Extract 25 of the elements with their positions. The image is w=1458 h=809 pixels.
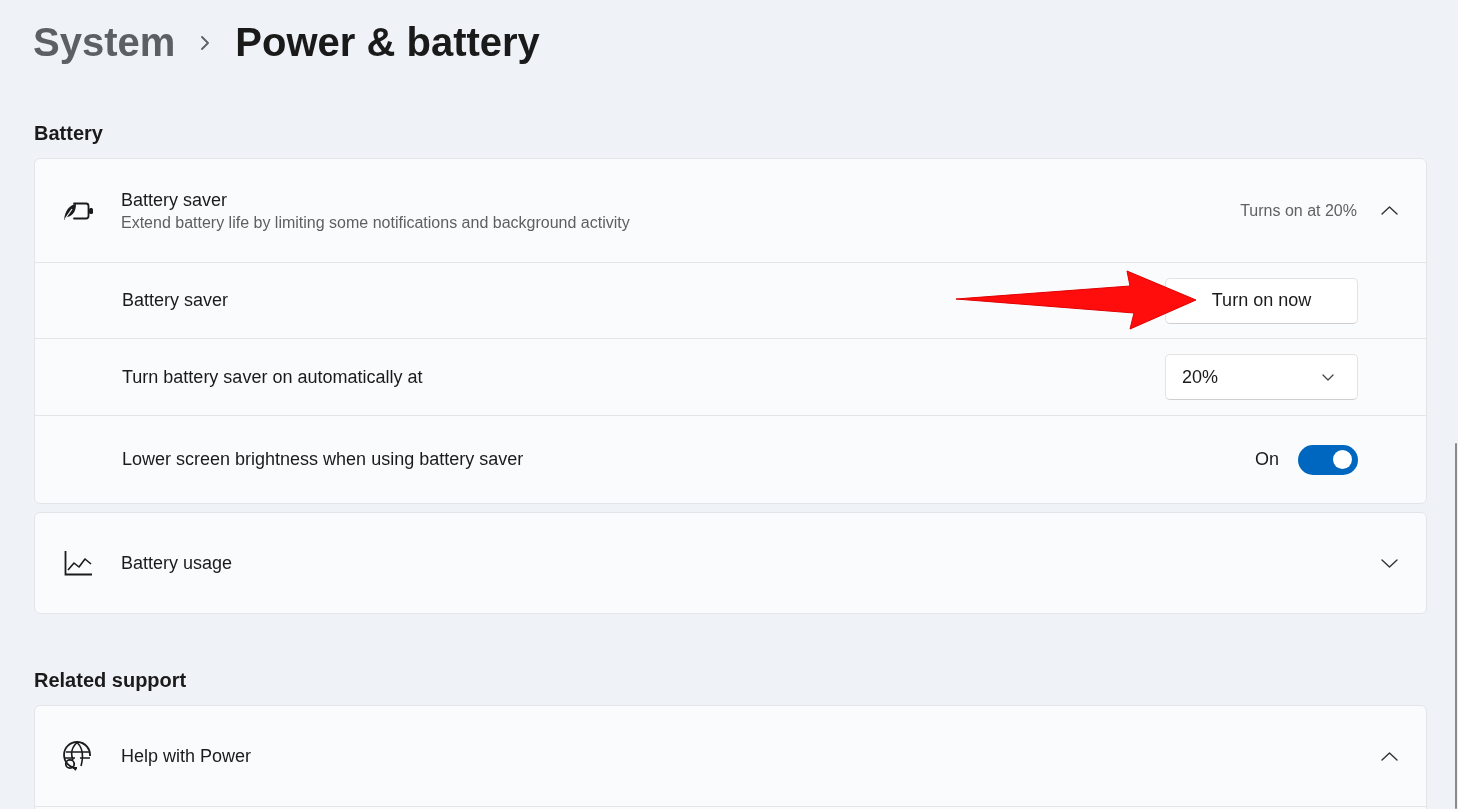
- card-title: Help with Power: [121, 745, 252, 768]
- card-title: Battery saver: [121, 188, 228, 212]
- line-chart-icon: [63, 550, 93, 576]
- section-heading: Battery: [34, 121, 103, 146]
- breadcrumb-chevron-icon: [201, 36, 210, 50]
- card-title: Battery usage: [121, 552, 233, 575]
- setting-label: Battery saver: [122, 289, 229, 312]
- breadcrumb-link[interactable]: System: [33, 18, 176, 66]
- setting-label: Turn battery saver on automatically at: [122, 365, 423, 389]
- page-title: Power & battery: [235, 19, 540, 66]
- turn-on-button[interactable]: Turn on now: [1165, 277, 1358, 324]
- chevron-up-icon[interactable]: [1381, 751, 1398, 761]
- chevron-down-icon: [1322, 373, 1334, 381]
- toggle-switch[interactable]: [1298, 444, 1358, 475]
- scrollbar-thumb[interactable]: [1455, 443, 1457, 809]
- card-description: Extend battery life by limiting some notifications and background activity: [121, 212, 630, 233]
- setting-label: Lower screen brightness when using battery saver: [122, 448, 524, 471]
- globe-search-icon: [63, 741, 93, 771]
- battery-leaf-icon: [62, 200, 94, 221]
- chevron-up-icon[interactable]: [1381, 206, 1398, 215]
- status-text: Turns on at 20%: [1240, 200, 1357, 221]
- percent-dropdown[interactable]: 20%: [1165, 354, 1358, 400]
- section-heading: Related support: [34, 668, 187, 693]
- chevron-down-icon[interactable]: [1381, 558, 1398, 568]
- toggle-state-label: On: [1255, 448, 1279, 471]
